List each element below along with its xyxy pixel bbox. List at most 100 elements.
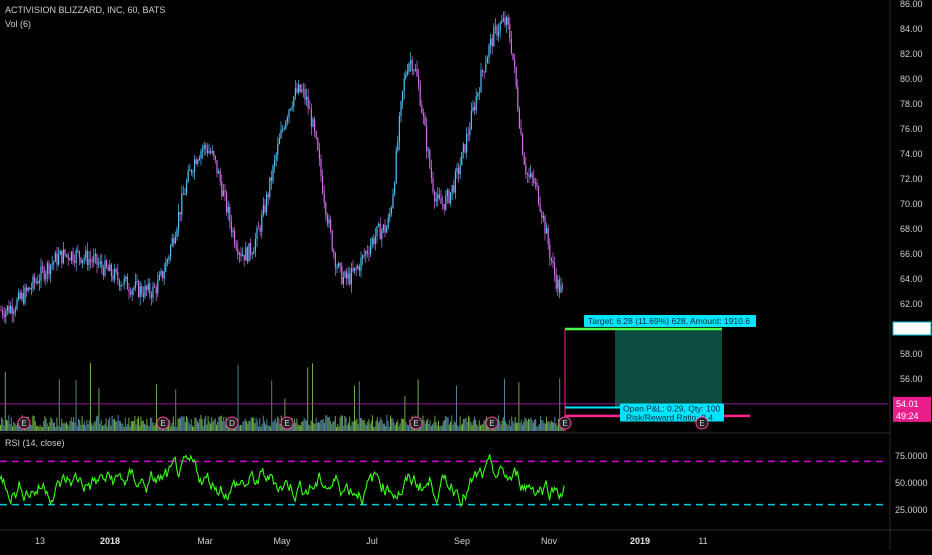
volume-bar <box>73 417 75 431</box>
volume-bar <box>318 421 319 431</box>
candle-body <box>59 250 61 255</box>
candle-body <box>91 260 93 263</box>
candle-body <box>182 193 184 195</box>
candle-body <box>379 223 381 240</box>
candle-body <box>350 268 352 285</box>
candle-body <box>186 181 188 194</box>
candle-body <box>408 63 410 72</box>
volume-bar <box>110 425 112 431</box>
volume-bar <box>523 421 525 431</box>
candle-body <box>333 250 335 254</box>
candle-body <box>501 21 503 23</box>
candle-body <box>200 151 202 159</box>
volume-bar <box>334 416 336 431</box>
long-position-tool[interactable]: Target: 6.28 (11.69%) 628, Amount: 1910.… <box>0 315 888 431</box>
candle-body <box>562 285 564 287</box>
volume-bar <box>470 422 472 431</box>
volume-bar <box>432 424 433 431</box>
candle-body <box>341 265 343 285</box>
candle-body <box>118 279 120 287</box>
volume-bar <box>32 415 34 431</box>
candle-body <box>27 287 29 291</box>
candle-body <box>283 128 285 130</box>
candle-body <box>435 198 437 202</box>
candle-body <box>502 18 504 22</box>
candle-body <box>54 252 56 262</box>
volume-bar <box>553 422 555 431</box>
volume-bar <box>451 415 453 431</box>
volume-bar <box>332 421 334 431</box>
volume-bar <box>224 421 226 431</box>
volume-bar <box>435 422 437 431</box>
volume-bar <box>217 421 219 431</box>
volume-bar <box>112 419 114 431</box>
candle-body <box>384 224 386 233</box>
candle-body <box>469 129 471 135</box>
candle-body <box>482 70 484 72</box>
volume-bar <box>81 416 83 431</box>
candle-body <box>270 177 272 182</box>
volume-bar <box>308 424 310 431</box>
volume-bar <box>346 425 348 431</box>
candle-body <box>221 181 223 197</box>
volume-bar <box>477 426 479 431</box>
volume-bar <box>184 421 186 431</box>
event-label: D <box>229 419 235 428</box>
volume-bar <box>170 426 172 431</box>
price-badge-text: 54.01 <box>896 399 919 409</box>
chart-canvas[interactable]: Target: 6.28 (11.69%) 628, Amount: 1910.… <box>0 0 932 550</box>
candle-body <box>514 59 516 68</box>
volume-bar <box>135 424 137 431</box>
volume-legend[interactable]: Vol (6) <box>5 19 31 29</box>
rsi-axis[interactable]: 75.0000 50.0000 25.0000 <box>895 451 928 515</box>
candle-body <box>262 204 264 215</box>
volume-bar <box>364 423 366 431</box>
candle-body <box>320 159 322 176</box>
candle-body <box>48 263 50 275</box>
volume-bar <box>528 418 529 431</box>
candle-body <box>368 252 370 254</box>
candle-body <box>38 280 40 284</box>
volume-bar <box>393 422 395 431</box>
volume-bar <box>542 420 544 431</box>
volume-bar <box>9 423 11 431</box>
volume-bar <box>512 420 514 431</box>
volume-bar <box>256 420 258 431</box>
candle-body <box>53 261 55 264</box>
volume-bar <box>538 423 540 431</box>
volume-bar <box>141 420 143 431</box>
volume-bar <box>304 419 306 431</box>
candle-body <box>413 70 415 72</box>
chart-window[interactable]: Target: 6.28 (11.69%) 628, Amount: 1910.… <box>0 0 932 550</box>
candle-body <box>322 175 324 193</box>
candle-body <box>531 173 533 178</box>
volume-bar <box>547 421 549 431</box>
volume-bar <box>550 420 552 431</box>
volume-bar <box>505 421 507 431</box>
candle-body <box>259 227 261 232</box>
candle-body <box>410 60 412 64</box>
event-marker-earnings: E <box>280 416 294 430</box>
volume-bar <box>361 418 363 431</box>
volume-bar <box>244 418 246 431</box>
symbol-legend[interactable]: ACTIVISION BLIZZARD, INC, 60, BATS <box>5 5 165 15</box>
candle-body <box>114 268 116 280</box>
candle-body <box>35 281 37 283</box>
volume-bar <box>315 417 317 431</box>
volume-bar <box>145 424 147 431</box>
candle-body <box>373 238 375 244</box>
candle-body <box>496 26 498 36</box>
candle-body <box>11 306 13 315</box>
candle-body <box>400 101 402 117</box>
volume-bar <box>310 420 312 431</box>
volume-bar <box>382 423 384 431</box>
volume-bar <box>397 420 399 431</box>
volume-bar <box>123 426 125 431</box>
price-tick-label: 68.00 <box>900 224 923 234</box>
rsi-legend[interactable]: RSI (14, close) <box>5 438 65 448</box>
volume-bar <box>445 416 447 431</box>
volume-bar <box>279 423 281 431</box>
candle-body <box>160 270 162 276</box>
price-tick-label: 78.00 <box>900 99 923 109</box>
time-axis[interactable]: 13 2018 Mar May Jul Sep Nov 2019 11 <box>35 536 708 546</box>
